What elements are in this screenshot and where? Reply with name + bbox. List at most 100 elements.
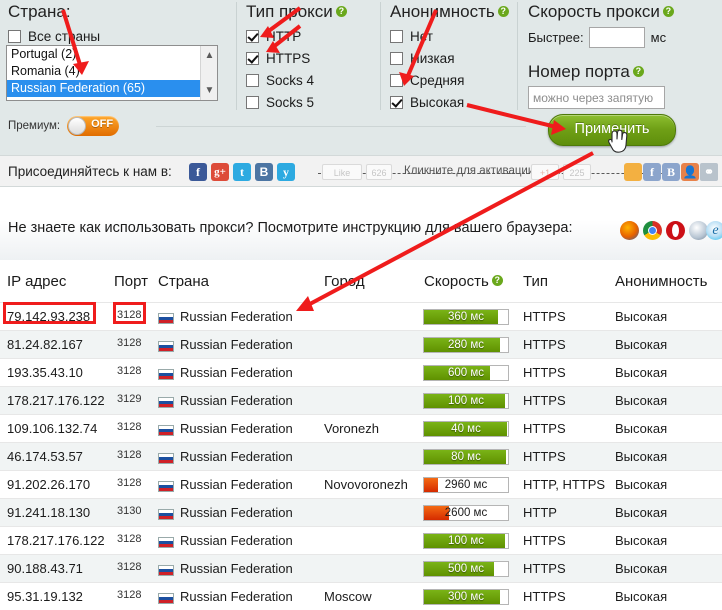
speed-port-filter-group: Скорость прокси? Быстрее: мс Номер порта…	[528, 0, 718, 109]
cell-type: HTTPS	[523, 309, 566, 324]
cell-port: 3128	[117, 533, 142, 545]
column-header-speed[interactable]: Скорость	[424, 273, 489, 290]
country-option-selected[interactable]: Russian Federation (65)	[7, 80, 217, 97]
anonymity-row-low[interactable]: Низкая	[390, 48, 515, 68]
country-list-scrollbar[interactable]: ▲ ▼	[200, 46, 217, 100]
cell-type: HTTP, HTTPS	[523, 477, 606, 492]
country-option[interactable]: Portugal (2)	[7, 46, 217, 63]
table-row[interactable]: 46.174.53.57 3128 Russian Federation HTTPS В…	[0, 442, 722, 470]
anonymity-row-none[interactable]: Нет	[390, 26, 515, 46]
column-separator	[380, 2, 381, 110]
anonymity-checkbox-medium[interactable]	[390, 73, 403, 87]
proxy-type-label-http: HTTP	[266, 28, 302, 44]
facebook-like-button[interactable]: Like	[322, 164, 362, 180]
column-header-ip[interactable]: IP адрес	[7, 273, 66, 290]
country-select-list[interactable]: Portugal (2) Romania (4) Russian Federat…	[6, 45, 218, 101]
country-flag-icon	[158, 453, 174, 464]
internet-explorer-icon[interactable]: e	[706, 221, 722, 240]
proxy-type-row-https[interactable]: HTTPS	[246, 48, 376, 68]
speed-unit-label: мс	[650, 30, 667, 45]
country-filter-title: Страна:	[8, 2, 71, 21]
help-icon[interactable]: ?	[497, 6, 509, 17]
cell-country: Russian Federation	[180, 589, 293, 604]
facebook-icon[interactable]: f	[189, 163, 207, 181]
all-countries-checkbox[interactable]	[8, 29, 21, 43]
chevron-up-icon[interactable]: ▲	[201, 47, 217, 64]
table-row[interactable]: 91.202.26.170 3128 Russian Federation Novov…	[0, 470, 722, 498]
column-header-anonymity[interactable]: Анонимность	[615, 273, 707, 290]
cell-country: Russian Federation	[180, 561, 293, 576]
table-row[interactable]: 90.188.43.71 3128 Russian Federation HTTPS В…	[0, 554, 722, 582]
table-row[interactable]: 79.142.93.238 3128 Russian Federation HTTPS…	[0, 302, 722, 330]
country-option[interactable]: Romania (4)	[7, 63, 217, 80]
anonymity-checkbox-high[interactable]	[390, 95, 403, 109]
table-body: 79.142.93.238 3128 Russian Federation HTTPS…	[0, 302, 722, 610]
google-plus-icon[interactable]: g+	[211, 163, 229, 181]
table-row[interactable]: 109.106.132.74 3128 Russian Federation Voro…	[0, 414, 722, 442]
column-header-type[interactable]: Тип	[523, 273, 548, 290]
speed-filter-title: Скорость прокси	[528, 2, 660, 21]
vk-icon[interactable]: B	[255, 163, 273, 181]
google-plus-one-button[interactable]: +1	[531, 164, 559, 180]
cell-anonymity: Высокая	[615, 393, 668, 408]
cell-ip: 193.35.43.10	[7, 365, 83, 380]
table-row[interactable]: 178.217.176.122 3128 Russian Federation HTT…	[0, 526, 722, 554]
firefox-icon[interactable]	[620, 221, 639, 240]
social-strip: Присоединяйтесь к нам в: f g+ t B y Like…	[0, 155, 722, 187]
speed-bar-label: 280 мс	[447, 339, 485, 351]
table-row[interactable]: 178.217.176.122 3129 Russian Federation HTT…	[0, 386, 722, 414]
twitter-icon[interactable]: t	[233, 163, 251, 181]
odnoklassniki-icon[interactable]: 👤	[681, 163, 699, 181]
country-flag-icon	[158, 313, 174, 324]
column-header-country[interactable]: Страна	[158, 273, 209, 290]
proxy-type-checkbox-socks4[interactable]	[246, 73, 259, 87]
proxy-type-checkbox-socks5[interactable]	[246, 95, 259, 109]
proxy-type-row-socks4[interactable]: Socks 4	[246, 70, 376, 90]
chrome-icon[interactable]	[643, 221, 662, 240]
speed-bar: 40 мс	[423, 421, 509, 437]
table-row[interactable]: 95.31.19.132 3128 Russian Federation Moscow…	[0, 582, 722, 610]
all-countries-checkbox-row[interactable]: Все страны	[8, 26, 236, 46]
anonymity-row-medium[interactable]: Средняя	[390, 70, 515, 90]
cell-city: Voronezh	[324, 421, 379, 436]
anonymity-row-high[interactable]: Высокая	[390, 92, 515, 112]
proxy-type-row-http[interactable]: HTTP	[246, 26, 376, 46]
speed-bar-label: 2960 мс	[444, 479, 488, 491]
port-title-row: Номер порта?	[528, 62, 718, 82]
speed-input[interactable]	[588, 27, 645, 48]
proxy-type-title: Тип прокси	[246, 2, 333, 21]
anonymity-checkbox-none[interactable]	[390, 29, 403, 43]
cell-port: 3130	[117, 505, 142, 517]
cell-ip: 81.24.82.167	[7, 337, 83, 352]
port-input[interactable]	[528, 86, 665, 109]
speed-input-row: Быстрее: мс	[528, 27, 718, 48]
help-icon[interactable]: ?	[662, 6, 674, 17]
cell-anonymity: Высокая	[615, 477, 668, 492]
help-icon[interactable]: ?	[335, 6, 347, 17]
table-row[interactable]: 193.35.43.10 3128 Russian Federation HTTPS В…	[0, 358, 722, 386]
table-row[interactable]: 81.24.82.167 3128 Russian Federation HTTPS В…	[0, 330, 722, 358]
table-row[interactable]: 91.241.18.130 3130 Russian Federation HTTP В…	[0, 498, 722, 526]
opera-icon[interactable]	[666, 221, 685, 240]
facebook-share-icon[interactable]: f	[643, 163, 661, 181]
anonymity-checkbox-low[interactable]	[390, 51, 403, 65]
column-header-city[interactable]: Город	[324, 273, 365, 290]
proxy-type-checkbox-http[interactable]	[246, 29, 259, 43]
speed-bar-label: 40 мс	[451, 423, 481, 435]
google-plus-one-count: 225	[563, 164, 591, 180]
speed-bar: 2960 мс	[423, 477, 509, 493]
proxy-type-row-socks5[interactable]: Socks 5	[246, 92, 376, 112]
proxy-type-title-row: Тип прокси?	[246, 2, 376, 22]
help-icon[interactable]: ?	[491, 275, 503, 286]
mailru-icon[interactable]	[624, 163, 642, 181]
column-header-port[interactable]: Порт	[114, 273, 148, 290]
chevron-down-icon[interactable]: ▼	[201, 82, 217, 99]
surfingbird-icon[interactable]: y	[277, 163, 295, 181]
link-icon[interactable]: ⚭	[700, 163, 718, 181]
proxy-type-checkbox-https[interactable]	[246, 51, 259, 65]
help-icon[interactable]: ?	[632, 66, 644, 77]
vk-share-icon[interactable]: B	[662, 163, 680, 181]
column-header-speed-row: Скорость?	[424, 273, 503, 290]
apply-button[interactable]: Применить	[548, 114, 676, 146]
premium-toggle[interactable]: OFF	[67, 116, 120, 136]
